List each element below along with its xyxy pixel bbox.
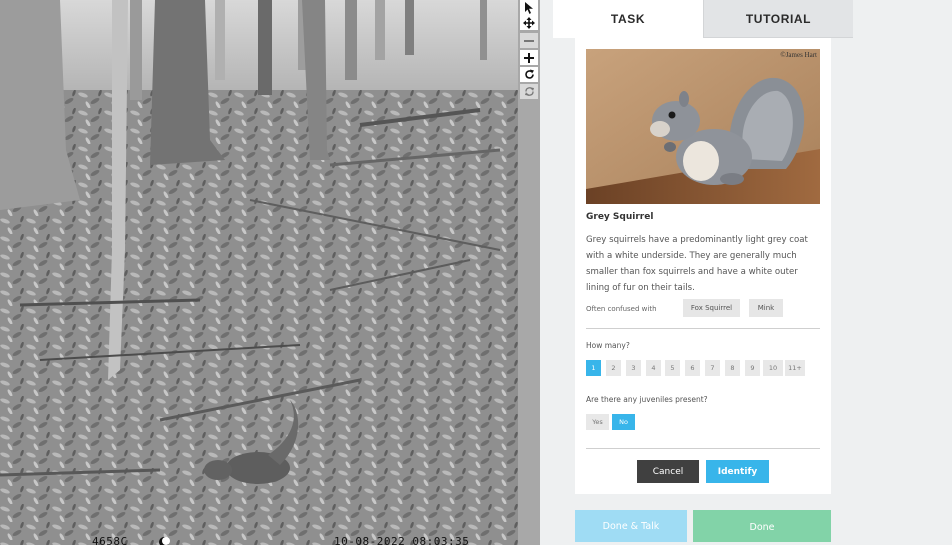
rotate-icon [524, 69, 534, 79]
camera-trap-image[interactable]: 4658C 10-08-2022 08:03:35 [0, 0, 518, 545]
done-button[interactable]: Done [693, 510, 831, 542]
classification-panel: TASK TUTORIAL ©James Hart Grey Squirrel … [553, 0, 853, 545]
forest-scene [0, 0, 518, 545]
count-option-10[interactable]: 10 [763, 360, 783, 376]
zoom-in-icon [524, 52, 534, 63]
count-option-11-plus[interactable]: 11+ [785, 360, 805, 376]
identify-button[interactable]: Identify [706, 460, 769, 483]
reset-icon [524, 87, 534, 96]
species-description: Grey squirrels have a predominantly ligh… [586, 235, 808, 293]
count-option-2[interactable]: 2 [606, 360, 621, 376]
tab-task[interactable]: TASK [553, 0, 703, 38]
cancel-button[interactable]: Cancel [637, 460, 699, 483]
pointer-icon [525, 1, 533, 14]
confused-with-label: Often confused with [586, 305, 657, 313]
count-option-3[interactable]: 3 [626, 360, 641, 376]
count-option-9[interactable]: 9 [745, 360, 760, 376]
timestamp-stamp: 10-08-2022 08:03:35 [334, 535, 470, 545]
species-photo: ©James Hart [586, 49, 820, 204]
photo-credit: ©James Hart [780, 51, 817, 59]
rotate-button[interactable] [520, 67, 538, 82]
camera-id-stamp: 4658C [92, 535, 128, 545]
pointer-tool-button[interactable] [520, 0, 538, 15]
species-card: ©James Hart Grey Squirrel Grey squirrels… [575, 38, 831, 494]
panel-tabs: TASK TUTORIAL [553, 0, 853, 38]
done-and-talk-button[interactable]: Done & Talk [575, 510, 687, 542]
move-icon [523, 16, 535, 29]
count-option-4[interactable]: 4 [646, 360, 661, 376]
species-name: Grey Squirrel [586, 212, 654, 222]
image-toolbar [518, 0, 540, 545]
zoom-in-button[interactable] [520, 50, 538, 65]
count-option-8[interactable]: 8 [725, 360, 740, 376]
juveniles-yes[interactable]: Yes [586, 414, 609, 430]
how-many-label: How many? [586, 341, 630, 350]
zoom-out-icon [524, 39, 534, 42]
moon-icon [159, 537, 170, 545]
divider [586, 328, 820, 329]
juveniles-no[interactable]: No [612, 414, 635, 430]
confused-with-mink[interactable]: Mink [749, 299, 783, 317]
count-option-1[interactable]: 1 [586, 360, 601, 376]
confused-with-fox-squirrel[interactable]: Fox Squirrel [683, 299, 740, 317]
juveniles-label: Are there any juveniles present? [586, 395, 708, 404]
divider [586, 448, 820, 449]
tab-tutorial[interactable]: TUTORIAL [703, 0, 853, 38]
zoom-out-button[interactable] [520, 33, 538, 48]
reset-button[interactable] [520, 84, 538, 99]
grey-squirrel-image [586, 49, 820, 204]
count-option-5[interactable]: 5 [665, 360, 680, 376]
move-tool-button[interactable] [520, 15, 538, 30]
count-option-7[interactable]: 7 [705, 360, 720, 376]
count-option-6[interactable]: 6 [685, 360, 700, 376]
